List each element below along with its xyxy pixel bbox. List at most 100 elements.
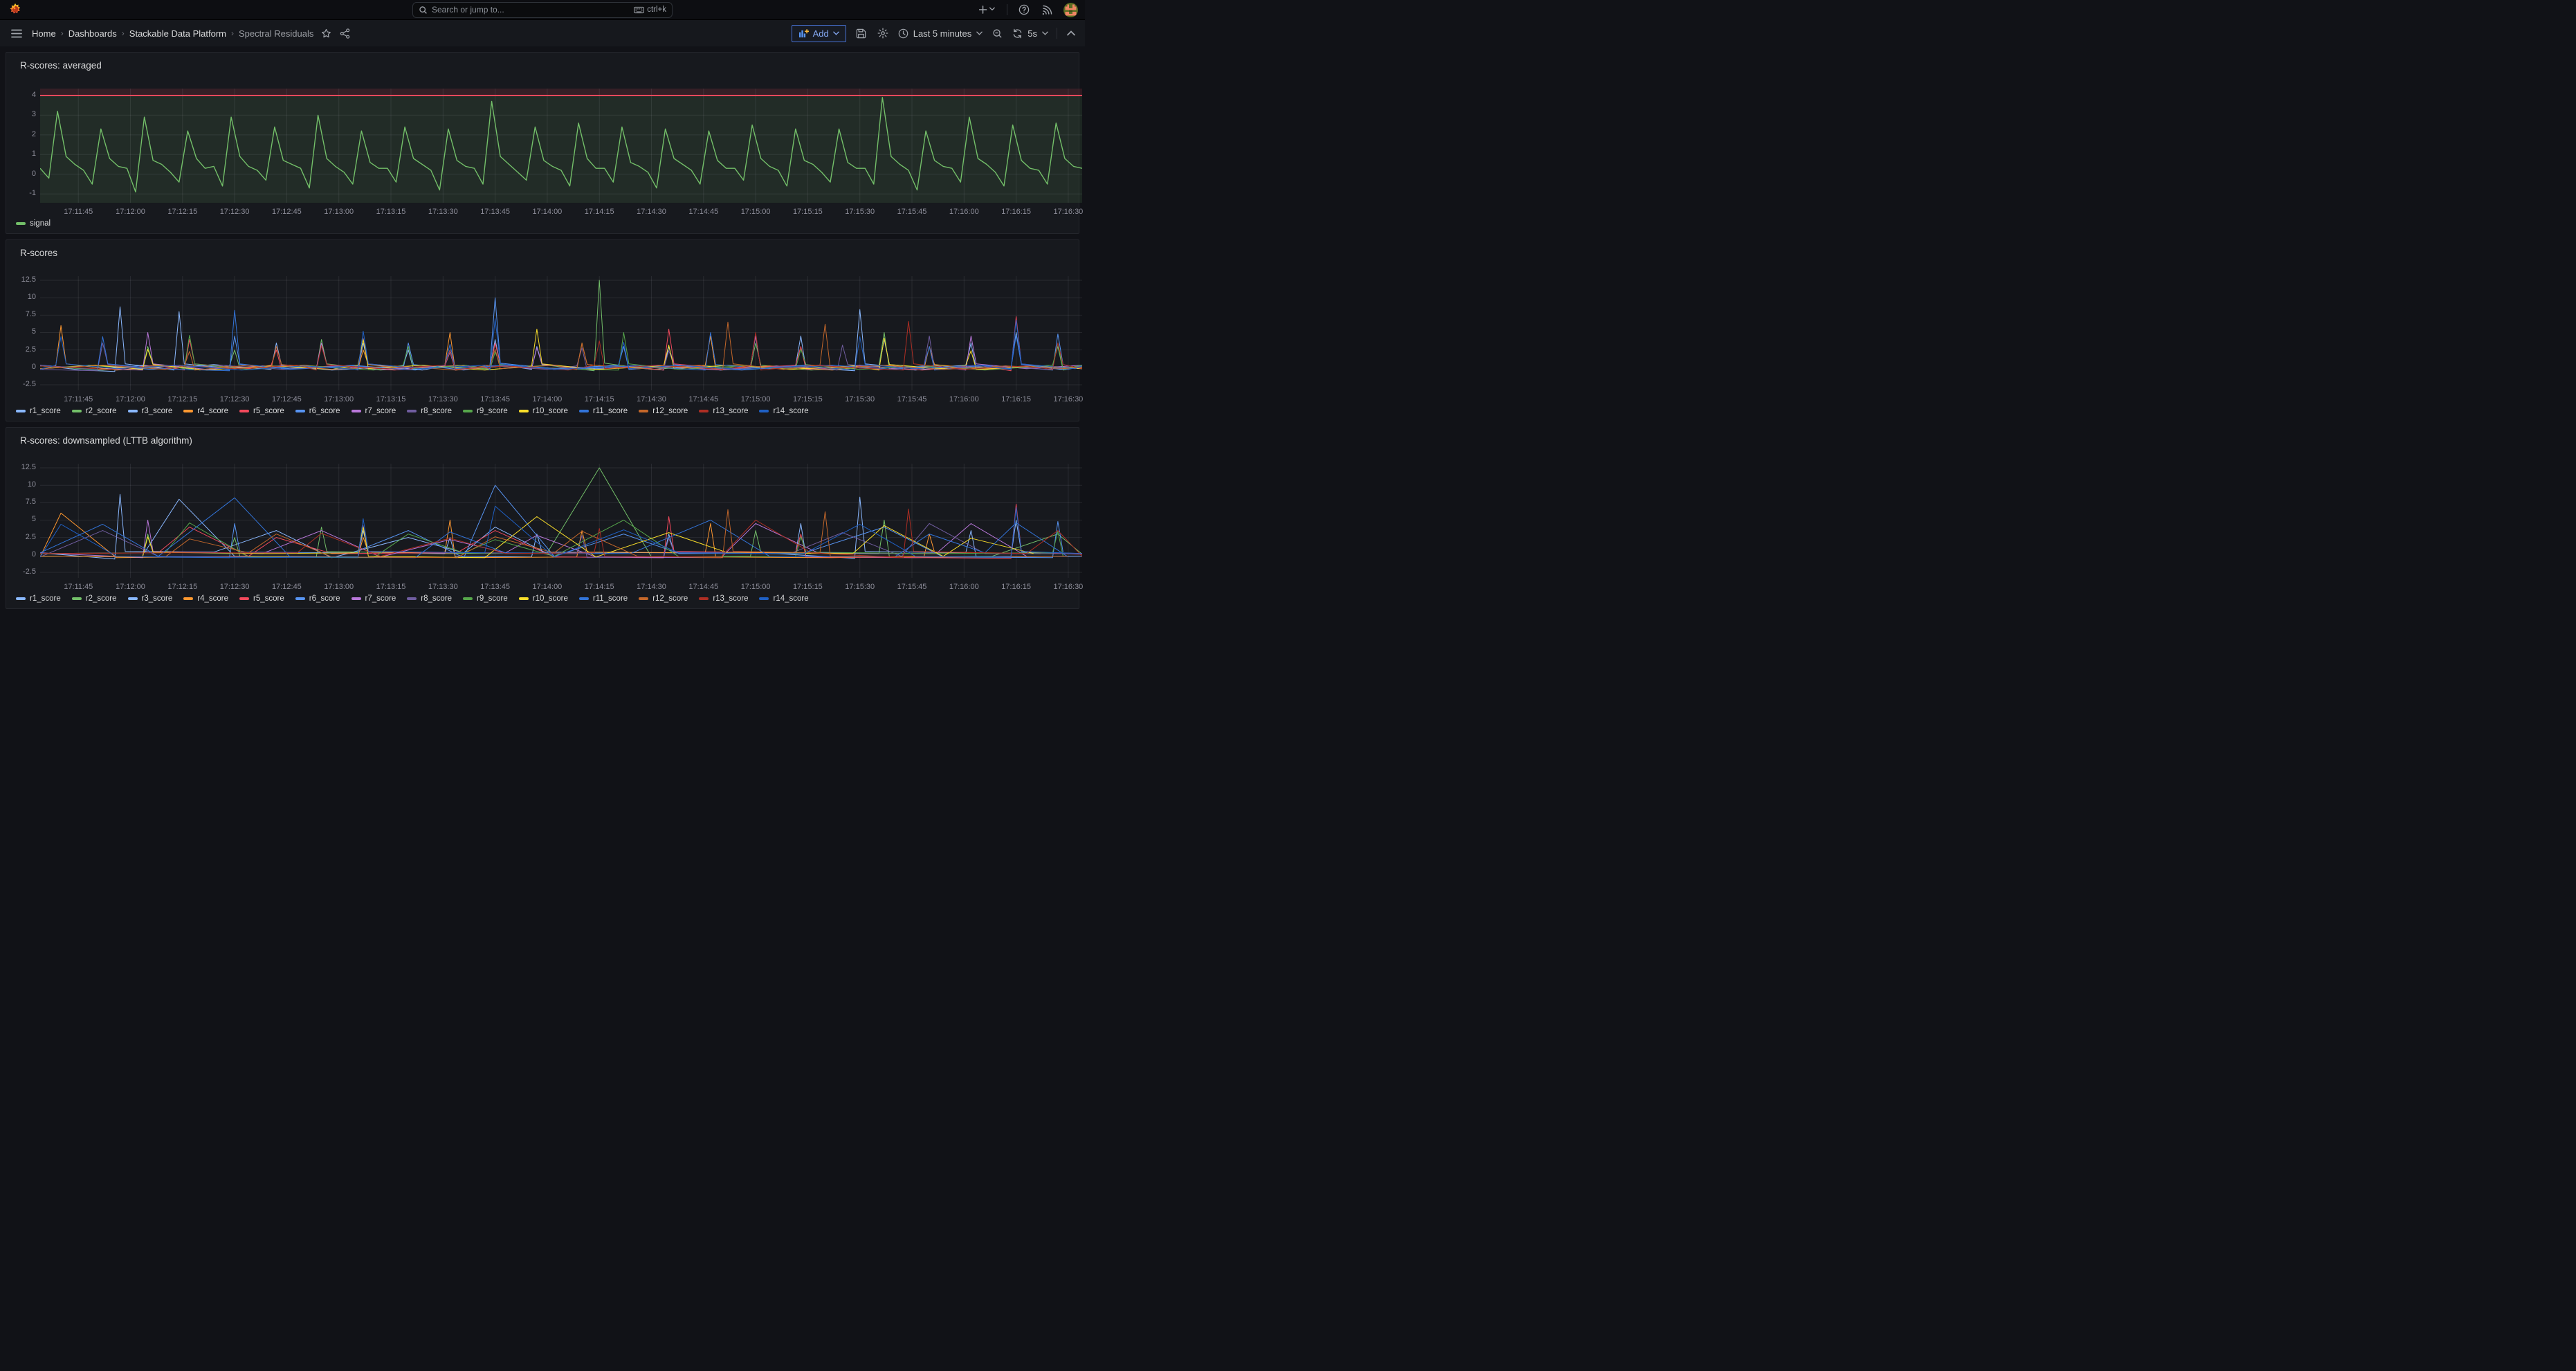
breadcrumb-folder[interactable]: Stackable Data Platform xyxy=(129,28,226,39)
time-range-picker[interactable]: Last 5 minutes xyxy=(898,28,983,39)
legend-swatch xyxy=(351,410,361,412)
x-axis-tick-label: 17:14:45 xyxy=(679,208,728,216)
chart-canvas xyxy=(40,464,1082,578)
new-dropdown-button[interactable] xyxy=(978,3,997,16)
favorite-star-icon[interactable] xyxy=(320,27,333,40)
legend-label: r13_score xyxy=(713,594,748,603)
breadcrumb-home[interactable]: Home xyxy=(32,28,56,39)
legend-item-r14_score[interactable]: r14_score xyxy=(759,407,808,415)
x-axis-tick-label: 17:16:30 xyxy=(1044,395,1093,403)
menu-hamburger-icon[interactable] xyxy=(8,26,25,41)
legend-swatch xyxy=(759,410,769,412)
x-axis-tick-label: 17:12:00 xyxy=(107,583,155,591)
legend-item-r13_score[interactable]: r13_score xyxy=(699,594,748,603)
legend-item-r10_score[interactable]: r10_score xyxy=(519,594,568,603)
x-axis-tick-label: 17:13:45 xyxy=(471,395,520,403)
legend-item-r12_score[interactable]: r12_score xyxy=(639,407,688,415)
grafana-logo[interactable] xyxy=(8,3,22,17)
legend-label: r4_score xyxy=(197,407,228,415)
zoom-out-icon[interactable] xyxy=(991,27,1004,40)
legend-label: r11_score xyxy=(593,407,628,415)
x-axis-tick-label: 17:12:00 xyxy=(107,208,155,216)
legend-item-r4_score[interactable]: r4_score xyxy=(183,594,228,603)
x-axis-tick-label: 17:15:45 xyxy=(888,208,936,216)
legend-item-r9_score[interactable]: r9_score xyxy=(463,407,508,415)
legend-item-r1_score[interactable]: r1_score xyxy=(16,407,61,415)
add-panel-button[interactable]: Add xyxy=(792,25,846,42)
legend-item-r3_score[interactable]: r3_score xyxy=(128,407,173,415)
panel-rscores-downsampled: R-scores: downsampled (LTTB algorithm) 1… xyxy=(6,427,1079,609)
legend-label: r3_score xyxy=(142,407,173,415)
legend-label: r10_score xyxy=(533,407,568,415)
legend-item-r6_score[interactable]: r6_score xyxy=(295,407,340,415)
refresh-picker[interactable]: 5s xyxy=(1012,28,1048,39)
search-placeholder: Search or jump to... xyxy=(432,5,630,15)
x-axis-tick-label: 17:12:45 xyxy=(262,208,311,216)
x-axis-tick-label: 17:15:00 xyxy=(731,583,780,591)
panel-title[interactable]: R-scores xyxy=(15,245,63,261)
user-avatar[interactable] xyxy=(1063,3,1078,17)
x-axis-tick-label: 17:13:15 xyxy=(367,395,415,403)
legend-item-r2_score[interactable]: r2_score xyxy=(72,407,117,415)
legend-item-r3_score[interactable]: r3_score xyxy=(128,594,173,603)
help-icon[interactable] xyxy=(1017,3,1031,17)
y-axis-tick-label: 12.5 xyxy=(12,275,36,284)
legend-label: r11_score xyxy=(593,594,628,603)
x-axis-tick-label: 17:14:15 xyxy=(575,208,623,216)
legend-item-r6_score[interactable]: r6_score xyxy=(295,594,340,603)
legend-item-r2_score[interactable]: r2_score xyxy=(72,594,117,603)
legend-label: r9_score xyxy=(477,407,508,415)
time-range-label: Last 5 minutes xyxy=(913,28,972,39)
x-axis-tick-label: 17:12:30 xyxy=(210,583,259,591)
collapse-toolbar-chevron-up-icon[interactable] xyxy=(1066,29,1077,37)
legend-item-r11_score[interactable]: r11_score xyxy=(579,594,628,603)
x-axis-tick-label: 17:15:15 xyxy=(783,208,832,216)
breadcrumb-dashboards[interactable]: Dashboards xyxy=(68,28,117,39)
legend-label: r9_score xyxy=(477,594,508,603)
x-axis-tick-label: 17:14:00 xyxy=(523,395,572,403)
legend-item-r9_score[interactable]: r9_score xyxy=(463,594,508,603)
legend-item-r7_score[interactable]: r7_score xyxy=(351,407,396,415)
legend-label: signal xyxy=(30,219,51,228)
news-rss-icon[interactable] xyxy=(1041,3,1054,17)
legend-item-r14_score[interactable]: r14_score xyxy=(759,594,808,603)
x-axis-tick-label: 17:14:15 xyxy=(575,395,623,403)
legend-item-r10_score[interactable]: r10_score xyxy=(519,407,568,415)
y-axis-tick-label: 0 xyxy=(12,550,36,559)
search-input[interactable]: Search or jump to... ctrl+k xyxy=(412,2,673,18)
x-axis-tick-label: 17:12:45 xyxy=(262,583,311,591)
settings-gear-icon[interactable] xyxy=(876,26,890,40)
legend-item-r5_score[interactable]: r5_score xyxy=(239,407,284,415)
legend-swatch xyxy=(759,597,769,600)
x-axis-tick-label: 17:14:30 xyxy=(628,583,676,591)
legend-item-r5_score[interactable]: r5_score xyxy=(239,594,284,603)
save-dashboard-icon[interactable] xyxy=(855,27,868,40)
legend-item-r8_score[interactable]: r8_score xyxy=(407,594,452,603)
panel-title[interactable]: R-scores: averaged xyxy=(15,57,107,73)
chart-rscores-downsampled[interactable]: 12.5107.552.50-2.517:11:4517:12:0017:12:… xyxy=(40,464,1082,578)
x-axis-tick-label: 17:15:15 xyxy=(783,395,832,403)
legend-swatch xyxy=(463,410,473,412)
x-axis-tick-label: 17:15:15 xyxy=(783,583,832,591)
legend-item-r4_score[interactable]: r4_score xyxy=(183,407,228,415)
legend-item-r8_score[interactable]: r8_score xyxy=(407,407,452,415)
legend-item-r13_score[interactable]: r13_score xyxy=(699,407,748,415)
legend-label: r2_score xyxy=(86,407,117,415)
panel-title[interactable]: R-scores: downsampled (LTTB algorithm) xyxy=(15,433,198,448)
legend-item-r11_score[interactable]: r11_score xyxy=(579,407,628,415)
share-icon[interactable] xyxy=(338,27,351,40)
x-axis-tick-label: 17:16:30 xyxy=(1044,208,1093,216)
legend-item-signal[interactable]: signal xyxy=(16,219,51,228)
chart-rscores-averaged[interactable]: 43210-117:11:4517:12:0017:12:1517:12:301… xyxy=(40,89,1082,203)
legend-item-r12_score[interactable]: r12_score xyxy=(639,594,688,603)
chart-rscores[interactable]: 12.5107.552.50-2.517:11:4517:12:0017:12:… xyxy=(40,276,1082,390)
legend-item-r1_score[interactable]: r1_score xyxy=(16,594,61,603)
legend-item-r7_score[interactable]: r7_score xyxy=(351,594,396,603)
legend-swatch xyxy=(128,597,138,600)
breadcrumb-separator: › xyxy=(231,28,234,38)
x-axis-tick-label: 17:15:30 xyxy=(836,395,884,403)
x-axis-tick-label: 17:13:15 xyxy=(367,208,415,216)
top-nav-bar: Search or jump to... ctrl+k xyxy=(0,0,1085,20)
legend-swatch xyxy=(699,597,709,600)
legend-swatch xyxy=(639,410,648,412)
